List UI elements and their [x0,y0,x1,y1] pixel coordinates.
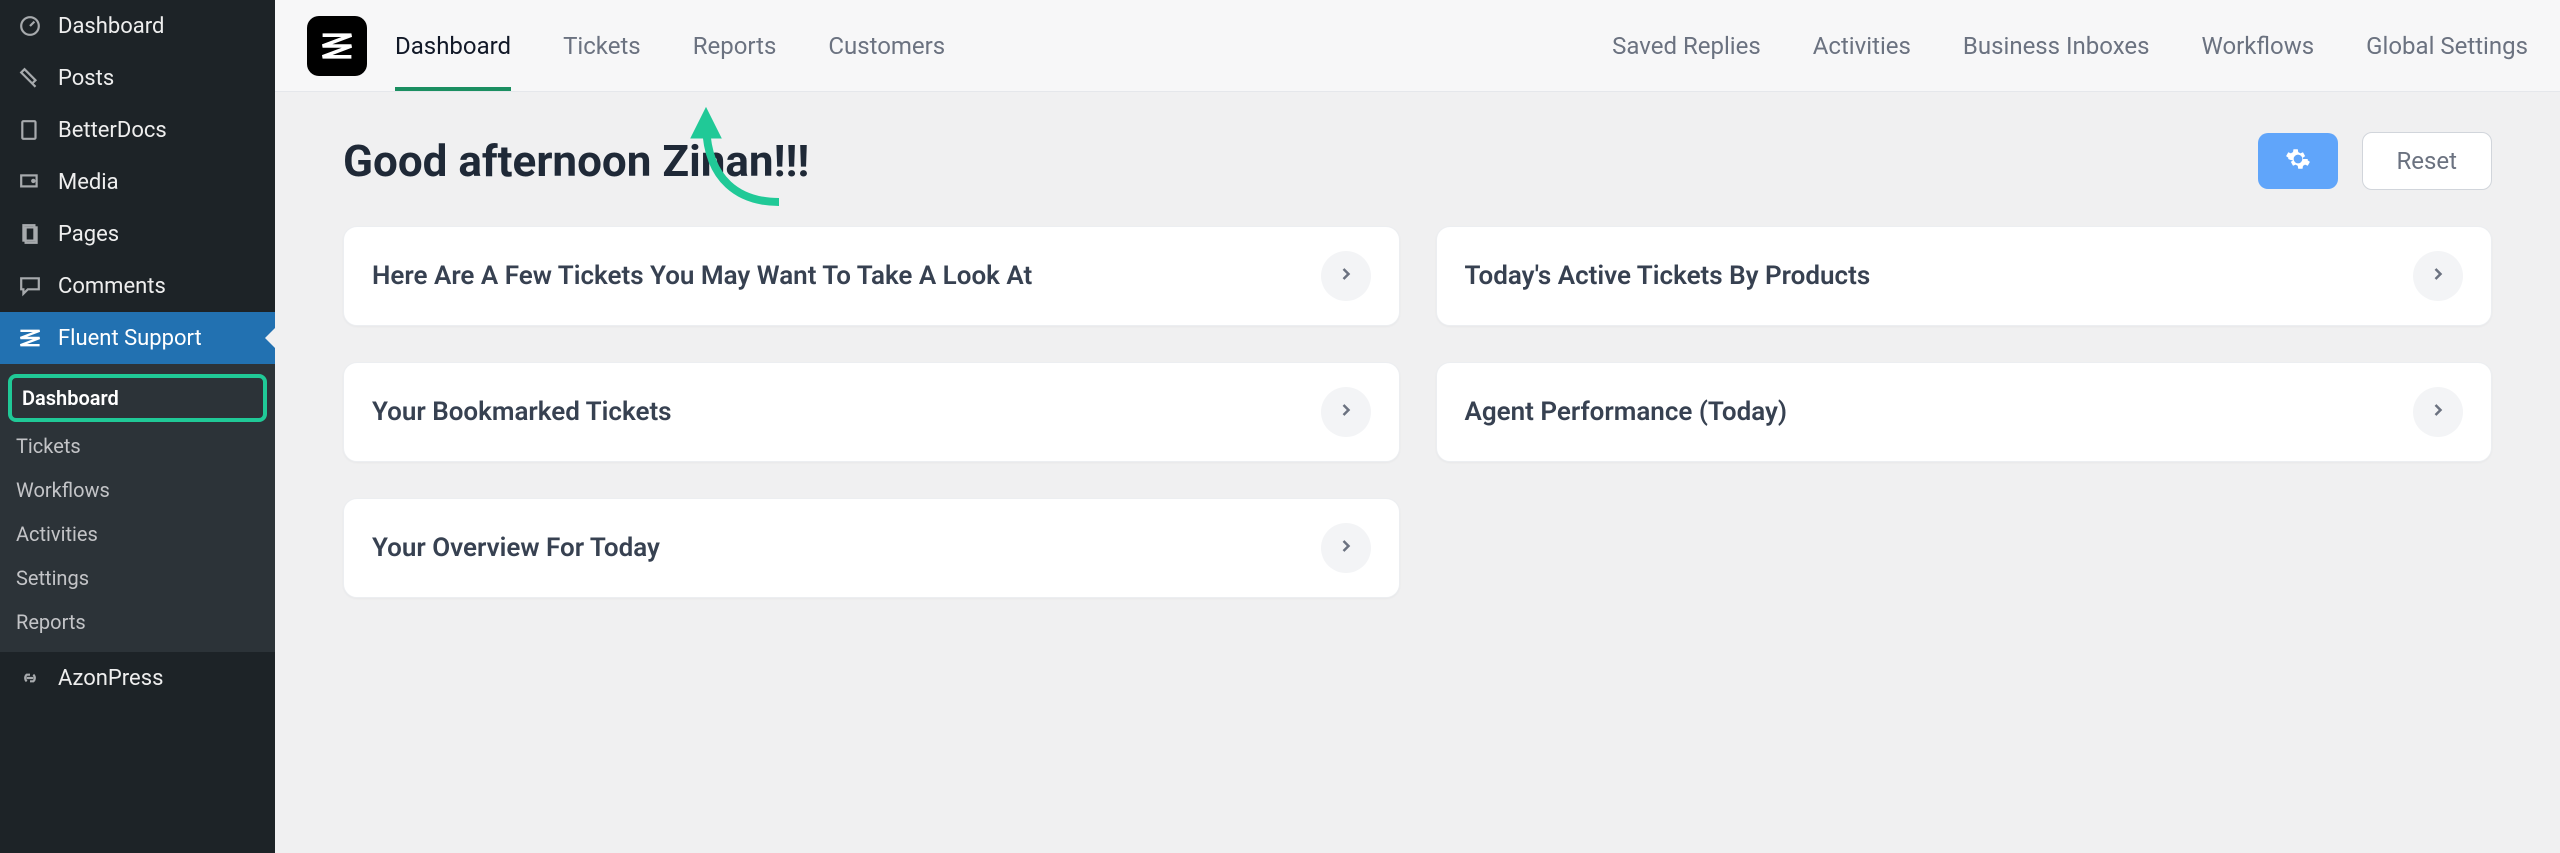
expand-button[interactable] [1321,387,1371,437]
sidebar-item-dashboard[interactable]: Dashboard [0,0,275,52]
sidebar-item-label: Media [58,170,119,195]
expand-button[interactable] [2413,251,2463,301]
submenu-item-workflows[interactable]: Workflows [0,468,275,512]
tab-reports[interactable]: Reports [693,0,777,91]
link-label: Saved Replies [1612,32,1761,60]
link-icon [16,664,44,692]
widget-card-bookmarked[interactable]: Your Bookmarked Tickets [343,362,1400,462]
top-nav-tabs: Dashboard Tickets Reports Customers [395,0,945,91]
expand-button[interactable] [1321,523,1371,573]
tab-tickets[interactable]: Tickets [563,0,641,91]
main-panel: Dashboard Tickets Reports Customers Save… [275,0,2560,853]
greeting-title: Good afternoon Zinan!!! [343,135,809,187]
tab-dashboard[interactable]: Dashboard [395,0,511,91]
content-area: Good afternoon Zinan!!! Reset Here Are A… [275,92,2560,638]
dashboard-icon [16,12,44,40]
link-business-inboxes[interactable]: Business Inboxes [1963,32,2150,60]
pin-icon [16,64,44,92]
submenu-label: Settings [16,566,89,590]
chevron-right-icon [1336,536,1356,560]
expand-button[interactable] [2413,387,2463,437]
submenu-label: Reports [16,610,86,634]
chevron-right-icon [1336,264,1356,288]
pages-icon [16,220,44,248]
gear-icon [2285,146,2311,176]
link-saved-replies[interactable]: Saved Replies [1612,32,1761,60]
widget-card-overview-today[interactable]: Your Overview For Today [343,498,1400,598]
reset-button[interactable]: Reset [2362,132,2492,190]
submenu-item-settings[interactable]: Settings [0,556,275,600]
widget-card-active-by-products[interactable]: Today's Active Tickets By Products [1436,226,2493,326]
sidebar-item-azonpress[interactable]: AzonPress [0,652,275,704]
sidebar-item-betterdocs[interactable]: BetterDocs [0,104,275,156]
chevron-right-icon [2428,400,2448,424]
link-global-settings[interactable]: Global Settings [2366,32,2528,60]
sidebar-item-label: Comments [58,274,166,299]
sidebar-item-posts[interactable]: Posts [0,52,275,104]
sidebar-item-fluent-support[interactable]: Fluent Support [0,312,275,364]
sidebar-item-label: Dashboard [58,14,164,39]
sidebar-item-label: AzonPress [58,666,163,691]
sidebar-item-label: BetterDocs [58,118,167,143]
docs-icon [16,116,44,144]
widget-title: Here Are A Few Tickets You May Want To T… [372,261,1321,291]
sidebar-item-comments[interactable]: Comments [0,260,275,312]
comments-icon [16,272,44,300]
widget-grid: Here Are A Few Tickets You May Want To T… [343,226,2492,598]
widget-card-agent-performance[interactable]: Agent Performance (Today) [1436,362,2493,462]
submenu-item-dashboard[interactable]: Dashboard [8,374,267,422]
tab-label: Dashboard [395,32,511,60]
sidebar-submenu: Dashboard Tickets Workflows Activities S… [0,364,275,652]
media-icon [16,168,44,196]
chevron-right-icon [2428,264,2448,288]
reset-label: Reset [2397,147,2457,175]
link-label: Business Inboxes [1963,32,2150,60]
settings-button[interactable] [2258,133,2338,189]
submenu-item-activities[interactable]: Activities [0,512,275,556]
submenu-label: Tickets [16,434,81,458]
widget-title: Your Overview For Today [372,533,1321,563]
wp-admin-sidebar: Dashboard Posts BetterDocs Media Pages C… [0,0,275,853]
submenu-label: Dashboard [22,386,119,410]
fluent-icon [16,324,44,352]
sidebar-item-label: Fluent Support [58,326,202,351]
tab-customers[interactable]: Customers [828,0,945,91]
link-label: Workflows [2202,32,2315,60]
sidebar-item-pages[interactable]: Pages [0,208,275,260]
widget-empty-slot [1436,498,2493,598]
tab-label: Reports [693,32,777,60]
top-nav: Dashboard Tickets Reports Customers Save… [275,0,2560,92]
chevron-right-icon [1336,400,1356,424]
brand-logo[interactable] [307,16,367,76]
sidebar-item-media[interactable]: Media [0,156,275,208]
top-nav-links: Saved Replies Activities Business Inboxe… [1612,32,2528,60]
submenu-label: Workflows [16,478,110,502]
tab-label: Tickets [563,32,641,60]
widget-title: Your Bookmarked Tickets [372,397,1321,427]
link-label: Activities [1813,32,1911,60]
submenu-item-reports[interactable]: Reports [0,600,275,644]
widget-title: Agent Performance (Today) [1465,397,2414,427]
link-workflows[interactable]: Workflows [2202,32,2315,60]
sidebar-item-label: Pages [58,222,119,247]
expand-button[interactable] [1321,251,1371,301]
submenu-label: Activities [16,522,98,546]
widget-title: Today's Active Tickets By Products [1465,261,2414,291]
content-header: Good afternoon Zinan!!! Reset [343,132,2492,190]
sidebar-item-label: Posts [58,66,114,91]
link-activities[interactable]: Activities [1813,32,1911,60]
tab-label: Customers [828,32,945,60]
link-label: Global Settings [2366,32,2528,60]
submenu-item-tickets[interactable]: Tickets [0,424,275,468]
widget-card-few-tickets[interactable]: Here Are A Few Tickets You May Want To T… [343,226,1400,326]
